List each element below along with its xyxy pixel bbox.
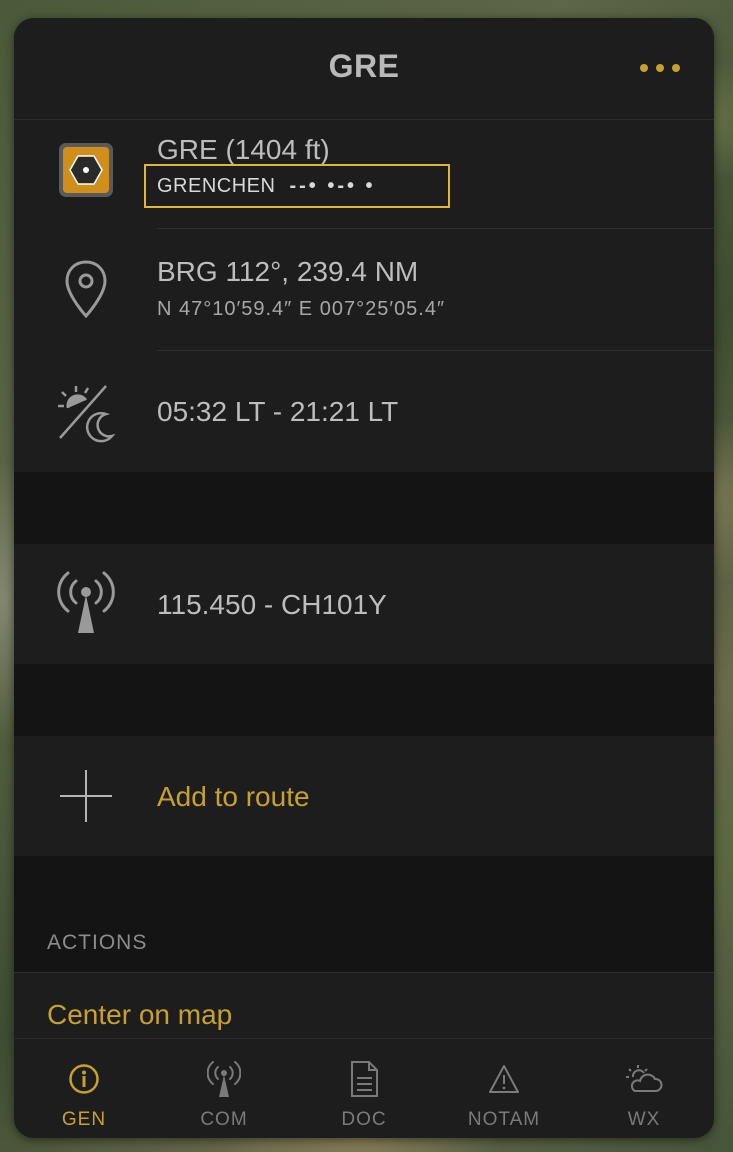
- info-rows: GRE (1404 ft) GRENCHEN --• •-• • BRG 112…: [14, 120, 714, 472]
- panel-header: GRE: [14, 18, 714, 120]
- more-dot-icon: [656, 64, 664, 72]
- vor-dme-icon: [54, 138, 118, 202]
- center-on-map-button[interactable]: Center on map: [14, 972, 714, 1039]
- plus-icon: [54, 764, 118, 828]
- center-on-map-label: Center on map: [47, 999, 233, 1030]
- tab-wx[interactable]: WX: [574, 1039, 714, 1138]
- tab-label: DOC: [341, 1109, 387, 1130]
- more-dot-icon: [640, 64, 648, 72]
- ident-name: GRENCHEN: [157, 174, 276, 197]
- ident-highlight-box: GRENCHEN --• •-• •: [144, 164, 450, 208]
- tab-notam[interactable]: NOTAM: [434, 1039, 574, 1138]
- divider: [157, 228, 714, 229]
- waypoint-name-elevation: GRE (1404 ft): [157, 134, 330, 165]
- add-to-route-label: Add to route: [157, 781, 310, 812]
- tab-label: COM: [200, 1109, 248, 1130]
- tab-gen[interactable]: GEN: [14, 1039, 154, 1138]
- frequency-value: 115.450 - CH101Y: [157, 589, 387, 620]
- actions-section-label: ACTIONS: [47, 931, 148, 954]
- more-dot-icon: [672, 64, 680, 72]
- weather-icon: [625, 1059, 663, 1099]
- more-options-button[interactable]: [638, 56, 682, 80]
- tab-label: WX: [627, 1109, 661, 1130]
- frequency-row[interactable]: 115.450 - CH101Y: [14, 544, 714, 664]
- sunrise-sunset: 05:32 LT - 21:21 LT: [157, 396, 399, 427]
- add-to-route-button[interactable]: Add to route: [14, 736, 714, 856]
- antenna-icon: [54, 570, 118, 634]
- warning-icon: [488, 1059, 520, 1099]
- document-icon: [349, 1059, 379, 1099]
- waypoint-info-panel: GRE GRE (1404 ft) GRENCHEN --• •-• • BRG…: [14, 18, 714, 1138]
- tab-bar: GEN COM DOC NOTAM WX: [14, 1038, 714, 1138]
- antenna-icon: [207, 1059, 241, 1099]
- divider: [157, 350, 714, 351]
- ident-morse: --• •-• •: [289, 174, 376, 197]
- tab-doc[interactable]: DOC: [294, 1039, 434, 1138]
- page-title: GRE: [328, 48, 400, 84]
- coordinates: N 47°10′59.4″ E 007°25′05.4″: [157, 298, 446, 320]
- info-icon: [68, 1059, 100, 1099]
- tab-com[interactable]: COM: [154, 1039, 294, 1138]
- tab-label: NOTAM: [467, 1109, 541, 1130]
- location-pin-icon: [54, 258, 118, 322]
- tab-label: GEN: [61, 1109, 107, 1130]
- sun-moon-icon: [54, 380, 118, 444]
- bearing-distance: BRG 112°, 239.4 NM: [157, 256, 419, 287]
